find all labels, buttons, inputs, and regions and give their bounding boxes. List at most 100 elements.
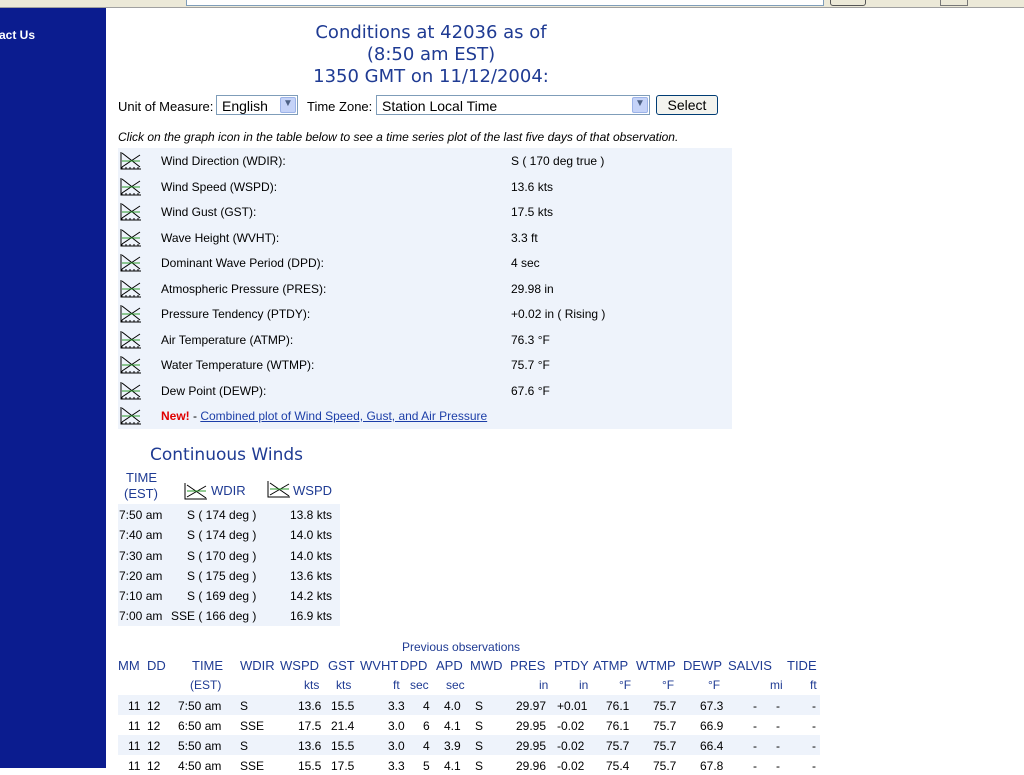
unit-label: Unit of Measure: (118, 99, 214, 114)
previous-cell: 12 (147, 759, 161, 773)
previous-cell: 21.4 (331, 719, 355, 733)
graph-icon[interactable] (120, 381, 142, 400)
graph-icon[interactable] (120, 406, 142, 425)
graph-icon[interactable] (267, 480, 291, 498)
previous-header-cell: WTMP (636, 658, 676, 673)
previous-cell: S (475, 699, 484, 713)
previous-cell: - (776, 719, 780, 733)
wind-direction: S ( 174 deg ) (187, 508, 257, 522)
wind-row: 7:40 am S ( 174 deg ) 14.0 kts (118, 524, 340, 544)
address-bar[interactable] (186, 0, 824, 6)
graph-icon[interactable] (120, 202, 142, 221)
browser-toolbar (0, 0, 1024, 8)
observation-row: Atmospheric Pressure (PRES): 29.98 in (118, 276, 732, 302)
previous-header-cell: SAL (728, 658, 753, 673)
observation-value: 3.3 ft (511, 230, 538, 245)
previous-cell: S (240, 699, 249, 713)
observation-name: Dominant Wave Period (DPD): (161, 256, 324, 270)
wind-direction: S ( 174 deg ) (187, 528, 257, 543)
previous-unit-cell: ft (393, 678, 400, 692)
previous-cell: 67.3 (700, 699, 724, 713)
wind-time: 7:00 am (119, 609, 163, 624)
previous-cell: 66.4 (700, 739, 724, 753)
continuous-winds-table: 7:50 am S ( 174 deg ) 13.8 kts 7:40 am S ( 1… (118, 504, 340, 626)
select-button[interactable]: Select (656, 95, 718, 115)
previous-cell: 29.95 (516, 739, 547, 753)
observation-row: Wind Direction (WDIR): S ( 170 deg true ) (118, 148, 732, 174)
observation-name: Wind Speed (WSPD): (161, 179, 278, 194)
previous-cell: 75.7 (653, 719, 677, 733)
sidebar: act Us (0, 8, 106, 768)
previous-cell: 3.0 (388, 739, 405, 753)
previous-header-cell: DPD (400, 658, 428, 673)
go-button[interactable] (830, 0, 866, 6)
previous-header-cell: TIME (192, 658, 224, 673)
title-line-1: Conditions at 42036 as of (315, 22, 547, 43)
previous-cell: - (753, 719, 757, 733)
previous-cell: 75.7 (653, 759, 677, 773)
previous-cell: 17.5 (331, 759, 355, 773)
chevron-down-icon[interactable]: ▼ (280, 97, 296, 113)
previous-cell: -0.02 (557, 719, 585, 733)
previous-cell: S (475, 719, 484, 733)
graph-icon[interactable] (120, 279, 142, 298)
combined-plot-row: New! - Combined plot of Wind Speed, Gust… (118, 403, 732, 429)
previous-cell: 12 (147, 699, 161, 713)
observation-row: Dew Point (DEWP): 67.6 °F (118, 378, 732, 404)
previous-observations-title: Previous observations (402, 640, 521, 654)
previous-cell: 11 (128, 719, 141, 733)
graph-icon[interactable] (120, 355, 142, 374)
timezone-select[interactable]: Station Local Time ▼ (376, 95, 650, 115)
graph-icon[interactable] (120, 253, 142, 272)
previous-cell: - (776, 699, 780, 713)
timezone-select-value: Station Local Time (382, 98, 498, 114)
graph-icon[interactable] (120, 330, 142, 349)
chevron-down-icon[interactable]: ▼ (632, 97, 648, 113)
observation-value: 67.6 °F (511, 383, 550, 398)
graph-icon[interactable] (120, 177, 142, 196)
previous-cell: 4.0 (444, 699, 461, 713)
graph-icon[interactable] (184, 482, 208, 500)
previous-cell: - (776, 739, 780, 753)
wind-speed: 14.2 kts (290, 589, 333, 604)
wind-speed: 13.6 kts (290, 568, 333, 583)
graph-icon[interactable] (120, 228, 142, 247)
previous-header-cell: TIDE (787, 658, 817, 673)
combined-plot-link[interactable]: Combined plot of Wind Speed, Gust, and A… (200, 409, 487, 423)
observation-row: Wave Height (WVHT): 3.3 ft (118, 225, 732, 251)
previous-unit-cell: (EST) (190, 678, 222, 692)
previous-cell: 13.6 (298, 739, 322, 753)
previous-header-cell: DEWP (683, 658, 722, 673)
sidebar-contact-link[interactable]: act Us (0, 28, 35, 42)
wind-row: 7:30 am S ( 170 deg ) 14.0 kts (118, 545, 340, 565)
previous-cell: SSE (240, 759, 265, 773)
wind-time: 7:30 am (119, 548, 163, 563)
observation-row: Dominant Wave Period (DPD): 4 sec (118, 250, 732, 276)
previous-cell: 5:50 am (178, 739, 222, 753)
previous-header-cell: DD (147, 658, 166, 673)
wdir-header: WDIR (211, 483, 246, 498)
wind-time: 7:10 am (119, 589, 163, 604)
previous-header-cell: WDIR (240, 658, 275, 673)
continuous-winds-title: Continuous Winds (150, 445, 303, 465)
wind-direction: S ( 169 deg ) (187, 589, 257, 604)
previous-cell: - (753, 759, 757, 773)
previous-header-cell: WSPD (280, 658, 319, 673)
previous-cell: 7:50 am (178, 699, 222, 713)
graph-icon[interactable] (120, 304, 142, 323)
previous-cell: 4:50 am (178, 759, 222, 773)
previous-row: 11 12 6:50 am SSE 17.5 21.4 3.0 6 4.1 S 29.95 -0.02… (118, 715, 820, 735)
observation-name: Wind Gust (GST): (161, 205, 257, 219)
previous-cell: 6:50 am (178, 719, 222, 733)
time-header-1: TIME (126, 470, 158, 485)
previous-cell: 29.96 (516, 759, 547, 773)
wind-direction: SSE ( 166 deg ) (171, 609, 257, 624)
previous-cell: - (753, 699, 757, 713)
previous-row: 11 12 4:50 am SSE 15.5 17.5 3.3 5 4.1 S 29.96 -0.02… (118, 755, 820, 775)
unit-select[interactable]: English ▼ (216, 95, 298, 115)
wind-speed: 14.0 kts (290, 528, 333, 543)
toolbar-button[interactable] (940, 0, 968, 6)
previous-unit-cell: ft (810, 678, 817, 692)
observation-name: Wind Direction (WDIR): (161, 154, 286, 168)
graph-icon[interactable] (120, 151, 142, 170)
